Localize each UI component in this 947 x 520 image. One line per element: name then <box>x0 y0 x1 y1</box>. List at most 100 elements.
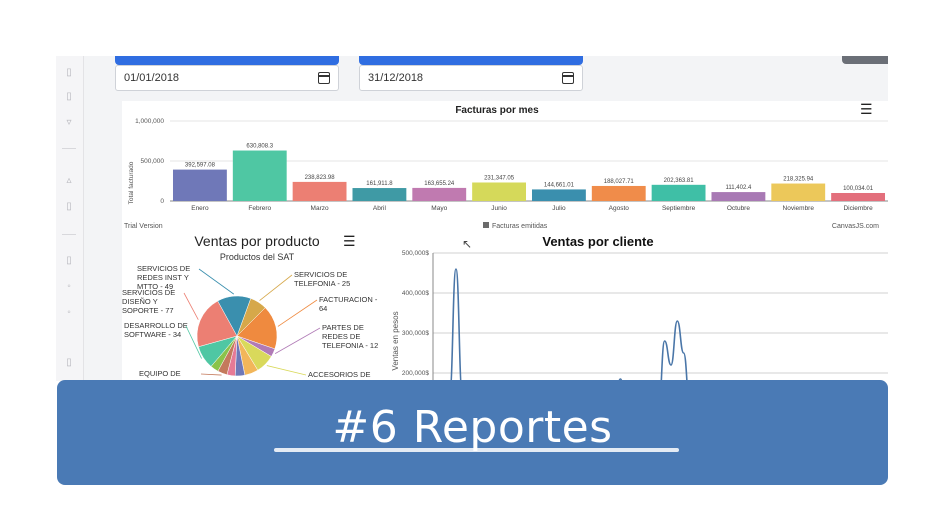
bar-category-label: Mayo <box>431 205 447 212</box>
bar-febrero <box>232 150 287 201</box>
pie-slice-label: DESARROLLO DE SOFTWARE - 34 <box>124 321 188 339</box>
bar-category-label: Diciembre <box>843 205 873 212</box>
user-icon[interactable]: ▵ <box>64 176 74 186</box>
pie-chart-subtitle: Productos del SAT <box>220 252 295 262</box>
thumbnail: ▯ ▯ ▿ ▵ ▯ ▯ ◦ ◦ ▯ 01/01/2018 31/12/2018 … <box>0 0 947 520</box>
bar-category-label: Febrero <box>248 205 271 212</box>
bar-value-label: 188,027.71 <box>604 179 635 185</box>
filter-icon[interactable]: ▿ <box>64 118 74 128</box>
line-y-tick-label: 400,000$ <box>402 290 429 297</box>
invoices-per-month-chart: Facturas por mes 1,000,000 500,000 0 392,5… <box>124 105 888 230</box>
bar-diciembre <box>831 192 886 201</box>
start-date-value: 01/01/2018 <box>124 72 180 84</box>
calendar-icon[interactable] <box>562 72 574 84</box>
action-button[interactable] <box>842 56 888 64</box>
bar-category-label: Septiembre <box>662 205 696 212</box>
bar-value-label: 144,661.01 <box>544 182 575 188</box>
line-chart-title: Ventas por cliente <box>542 234 653 249</box>
bar-category-label: Julio <box>552 205 566 212</box>
line-y-tick-label: 500,000$ <box>402 250 429 257</box>
bar-noviembre <box>771 183 826 201</box>
bar-category-label: Agosto <box>609 205 630 212</box>
bar-category-label: Junio <box>491 205 507 212</box>
line-series-path <box>450 268 688 381</box>
divider <box>62 234 76 235</box>
bar-value-label: 161,911.8 <box>366 181 393 187</box>
canvasjs-watermark: CanvasJS.com <box>832 223 879 230</box>
divider <box>62 148 76 149</box>
bar-y-tick-label: 1,000,000 <box>135 118 164 125</box>
bar-category-label: Abril <box>373 205 387 212</box>
pie-label-connector <box>266 365 307 376</box>
bar-abril <box>352 188 407 201</box>
trial-version-watermark: Trial Version <box>124 223 163 230</box>
bar-octubre <box>711 192 766 201</box>
bar-chart-title: Facturas por mes <box>455 105 539 116</box>
report-icon[interactable]: ▯ <box>64 358 74 368</box>
bar-chart-legend[interactable]: Facturas emitidas <box>492 223 548 230</box>
bar-category-label: Noviembre <box>783 205 815 212</box>
pie-slice-label: SERVICIOS DE REDES INST Y MTTO - 49 <box>137 264 190 291</box>
bar-category-label: Marzo <box>311 205 329 212</box>
pie-label-connector <box>277 299 318 327</box>
legend-swatch <box>483 222 489 228</box>
bar-value-label: 202,363.81 <box>664 178 695 184</box>
pie-slice-label: SERVICIOS DE DISEÑO Y SOPORTE - 77 <box>122 288 175 315</box>
end-date-label-bar <box>359 56 583 65</box>
start-date-label-bar <box>115 56 339 65</box>
bar-marzo <box>292 181 347 201</box>
end-date-input[interactable]: 31/12/2018 <box>359 65 583 91</box>
bar-chart-menu-icon[interactable]: ☰ <box>860 102 873 116</box>
file-icon[interactable]: ▯ <box>64 256 74 266</box>
pie-label-connector <box>198 268 235 295</box>
start-date-input[interactable]: 01/01/2018 <box>115 65 339 91</box>
line-chart-ylabel: Ventas en pesos <box>391 311 400 370</box>
menu-item-icon[interactable]: ▯ <box>64 92 74 102</box>
bar-value-label: 630,808.3 <box>246 144 273 150</box>
charts-panel: Facturas por mes 1,000,000 500,000 0 392,5… <box>122 101 888 381</box>
banner-underline <box>274 448 679 452</box>
sales-by-product-chart: Ventas por producto Productos del SAT SE… <box>122 233 378 381</box>
document-icon[interactable]: ▯ <box>64 202 74 212</box>
pie-label-connector <box>274 327 321 354</box>
pie-slice-label: SERVICIOS DE TELEFONIA - 25 <box>294 270 350 288</box>
bar-value-label: 238,823.98 <box>305 175 336 181</box>
pie-slice-label: EQUIPO DE <box>139 369 181 378</box>
bar-value-label: 100,034.01 <box>843 186 874 192</box>
menu-item-icon[interactable]: ▯ <box>64 68 74 78</box>
calendar-icon[interactable] <box>318 72 330 84</box>
end-date-value: 31/12/2018 <box>368 72 424 84</box>
bar-mayo <box>412 187 467 201</box>
pie-label-connector <box>259 274 293 301</box>
bar-category-label: Enero <box>191 205 209 212</box>
pie-label-connector <box>183 292 199 320</box>
mouse-cursor-icon: ↖ <box>462 237 473 251</box>
bar-enero <box>172 169 227 201</box>
line-y-tick-label: 300,000$ <box>402 330 429 337</box>
settings-icon[interactable]: ◦ <box>64 308 74 318</box>
bar-value-label: 111,402.4 <box>726 185 752 191</box>
bar-value-label: 163,655.24 <box>424 181 455 187</box>
pie-label-connector <box>200 373 222 376</box>
bar-value-label: 218,325.94 <box>783 177 814 183</box>
pie-chart-title: Ventas por producto <box>194 233 320 249</box>
line-y-tick-label: 200,000$ <box>402 370 429 377</box>
bar-y-tick-label: 0 <box>160 198 164 205</box>
bar-septiembre <box>651 184 706 201</box>
pie-slice-label: PARTES DE REDES DE TELEFONIA - 12 <box>322 323 378 350</box>
bar-julio <box>531 189 586 201</box>
tag-icon[interactable]: ◦ <box>64 282 74 292</box>
bar-agosto <box>591 185 646 201</box>
pie-chart-menu-icon[interactable]: ☰ <box>343 234 356 248</box>
left-sidebar: ▯ ▯ ▿ ▵ ▯ ▯ ◦ ◦ ▯ <box>56 56 84 381</box>
pie-slice-label: FACTURACION -64 <box>319 295 378 313</box>
bar-y-tick-label: 500,000 <box>141 158 165 165</box>
sales-by-client-chart: Ventas por cliente 500,000$ 400,000$ 300,0… <box>391 234 888 381</box>
banner-title: #6 Reportes <box>332 402 613 453</box>
bar-category-label: Octubre <box>727 205 751 212</box>
title-banner: #6 Reportes <box>57 380 888 485</box>
bar-chart-ylabel: Total facturado <box>128 161 135 204</box>
app-screenshot: ▯ ▯ ▿ ▵ ▯ ▯ ◦ ◦ ▯ 01/01/2018 31/12/2018 … <box>56 56 888 381</box>
bar-value-label: 231,347.05 <box>484 175 515 181</box>
bar-junio <box>472 182 527 201</box>
